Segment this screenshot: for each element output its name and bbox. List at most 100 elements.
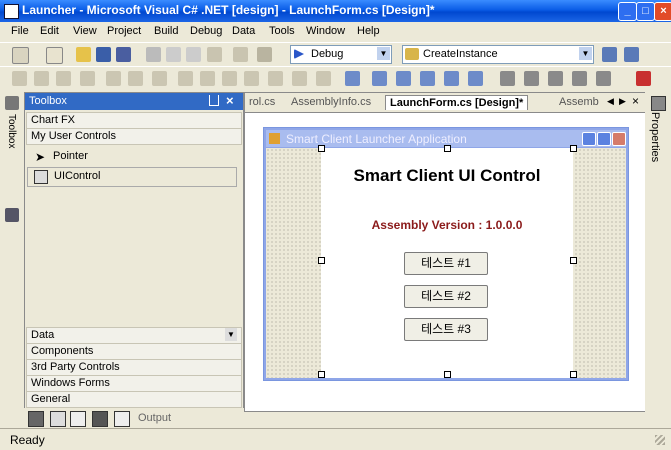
- horizontal-spacing-icon[interactable]: [244, 71, 259, 86]
- output-icon[interactable]: [114, 411, 130, 427]
- launcher-form[interactable]: Smart Client Launcher Application Smart …: [263, 127, 629, 381]
- paste-icon[interactable]: [186, 47, 201, 62]
- properties-side-tab[interactable]: Properties: [649, 112, 661, 162]
- layout-tool-icon[interactable]: [500, 71, 515, 86]
- resize-handle[interactable]: [444, 145, 451, 152]
- center-horizontally-icon[interactable]: [292, 71, 307, 86]
- category-my-user-controls[interactable]: My User Controls: [26, 128, 242, 145]
- test-button-3[interactable]: 테스트 #3: [404, 318, 488, 341]
- resize-handle[interactable]: [318, 257, 325, 264]
- new-project-icon[interactable]: [12, 47, 29, 64]
- align-middle-icon[interactable]: [106, 71, 121, 86]
- output-tab-label[interactable]: Output: [138, 412, 171, 424]
- lock-controls-icon[interactable]: [396, 71, 411, 86]
- cut-icon[interactable]: [146, 47, 161, 62]
- toolbox-tab-icon[interactable]: [28, 411, 44, 427]
- maximize-button[interactable]: □: [636, 2, 655, 21]
- layout-tool-icon[interactable]: [524, 71, 539, 86]
- solution-config-select[interactable]: Debug ▼: [290, 45, 392, 64]
- minimize-button[interactable]: _: [618, 2, 637, 21]
- size-to-grid-icon[interactable]: [222, 71, 237, 86]
- same-width-icon[interactable]: [152, 71, 167, 86]
- server-explorer-icon[interactable]: [92, 411, 108, 427]
- center-vertically-icon[interactable]: [316, 71, 331, 86]
- category-label: Chart FX: [31, 114, 76, 126]
- same-height-icon[interactable]: [178, 71, 193, 86]
- server-explorer-icon[interactable]: [5, 208, 19, 222]
- scroll-left-icon[interactable]: ◀: [607, 96, 614, 107]
- menu-file[interactable]: File: [11, 25, 29, 37]
- menu-tools[interactable]: Tools: [269, 25, 295, 37]
- layout-tool-icon[interactable]: [548, 71, 563, 86]
- align-right-icon[interactable]: [56, 71, 71, 86]
- properties-window-icon[interactable]: [624, 47, 639, 62]
- layout-tool-icon[interactable]: [596, 71, 611, 86]
- category-general[interactable]: General: [26, 391, 242, 408]
- scroll-down-icon[interactable]: ▼: [225, 328, 237, 341]
- find-combo[interactable]: CreateInstance ▼: [402, 45, 594, 64]
- save-all-icon[interactable]: [116, 47, 131, 62]
- menu-project[interactable]: Project: [107, 25, 141, 37]
- align-top-icon[interactable]: [80, 71, 95, 86]
- test-button-1[interactable]: 테스트 #1: [404, 252, 488, 275]
- form-title: Smart Client Launcher Application: [286, 132, 467, 146]
- menu-data[interactable]: Data: [232, 25, 255, 37]
- scroll-right-icon[interactable]: ▶: [619, 96, 626, 107]
- layout-tool-icon[interactable]: [572, 71, 587, 86]
- menu-debug[interactable]: Debug: [190, 25, 222, 37]
- toolbox-side-tab[interactable]: Toolbox: [6, 114, 17, 148]
- test-button-2[interactable]: 테스트 #2: [404, 285, 488, 308]
- save-icon[interactable]: [96, 47, 111, 62]
- close-button[interactable]: ×: [654, 2, 671, 21]
- resize-handle[interactable]: [570, 145, 577, 152]
- align-center-icon[interactable]: [34, 71, 49, 86]
- menu-build[interactable]: Build: [154, 25, 178, 37]
- copy-icon[interactable]: [166, 47, 181, 62]
- category-components[interactable]: Components: [26, 343, 242, 360]
- chevron-down-icon: ▼: [579, 47, 592, 60]
- close-icon[interactable]: ×: [632, 94, 639, 108]
- tab-assemblyinfo[interactable]: AssemblyInfo.cs: [291, 96, 371, 108]
- redo-icon[interactable]: [233, 47, 248, 62]
- resize-handle[interactable]: [318, 145, 325, 152]
- layout-tool-icon[interactable]: [468, 71, 483, 86]
- vertical-spacing-icon[interactable]: [268, 71, 283, 86]
- category-data[interactable]: Data ▼: [26, 327, 242, 344]
- layout-tool-icon[interactable]: [636, 71, 651, 86]
- menu-edit[interactable]: Edit: [40, 25, 59, 37]
- category-windows-forms[interactable]: Windows Forms: [26, 375, 242, 392]
- solution-config-value: Debug: [311, 48, 344, 60]
- tab-order-icon[interactable]: [420, 71, 435, 86]
- tab-assembly[interactable]: Assemb: [559, 96, 599, 108]
- bring-to-front-icon[interactable]: [345, 71, 360, 86]
- align-bottom-icon[interactable]: [128, 71, 143, 86]
- toolbox-item-uicontrol[interactable]: UIControl: [27, 167, 237, 187]
- undo-icon[interactable]: [207, 47, 222, 62]
- category-3rd-party[interactable]: 3rd Party Controls: [26, 359, 242, 376]
- tab-control-cs[interactable]: rol.cs: [249, 96, 275, 108]
- add-item-icon[interactable]: [46, 47, 63, 64]
- pin-icon[interactable]: [209, 95, 219, 106]
- resize-handle[interactable]: [570, 257, 577, 264]
- command-window-icon[interactable]: [70, 411, 86, 427]
- send-to-back-icon[interactable]: [372, 71, 387, 86]
- close-icon[interactable]: ×: [226, 93, 234, 108]
- menu-view[interactable]: View: [73, 25, 97, 37]
- resize-handle[interactable]: [318, 371, 325, 378]
- open-file-icon[interactable]: [76, 47, 91, 62]
- category-chart-fx[interactable]: Chart FX: [26, 112, 242, 129]
- properties-icon[interactable]: [651, 96, 666, 111]
- menu-window[interactable]: Window: [306, 25, 345, 37]
- navigate-icon[interactable]: [257, 47, 272, 62]
- menu-help[interactable]: Help: [357, 25, 380, 37]
- resize-handle[interactable]: [444, 371, 451, 378]
- align-left-icon[interactable]: [12, 71, 27, 86]
- tab-launchform-design[interactable]: LaunchForm.cs [Design]*: [385, 95, 529, 110]
- solution-explorer-icon[interactable]: [602, 47, 617, 62]
- resize-grip-icon[interactable]: [655, 435, 665, 445]
- ui-control[interactable]: Smart Client UI Control Assembly Version…: [321, 148, 573, 378]
- task-list-icon[interactable]: [50, 411, 66, 427]
- resize-handle[interactable]: [570, 371, 577, 378]
- same-size-icon[interactable]: [200, 71, 215, 86]
- layout-tool-icon[interactable]: [444, 71, 459, 86]
